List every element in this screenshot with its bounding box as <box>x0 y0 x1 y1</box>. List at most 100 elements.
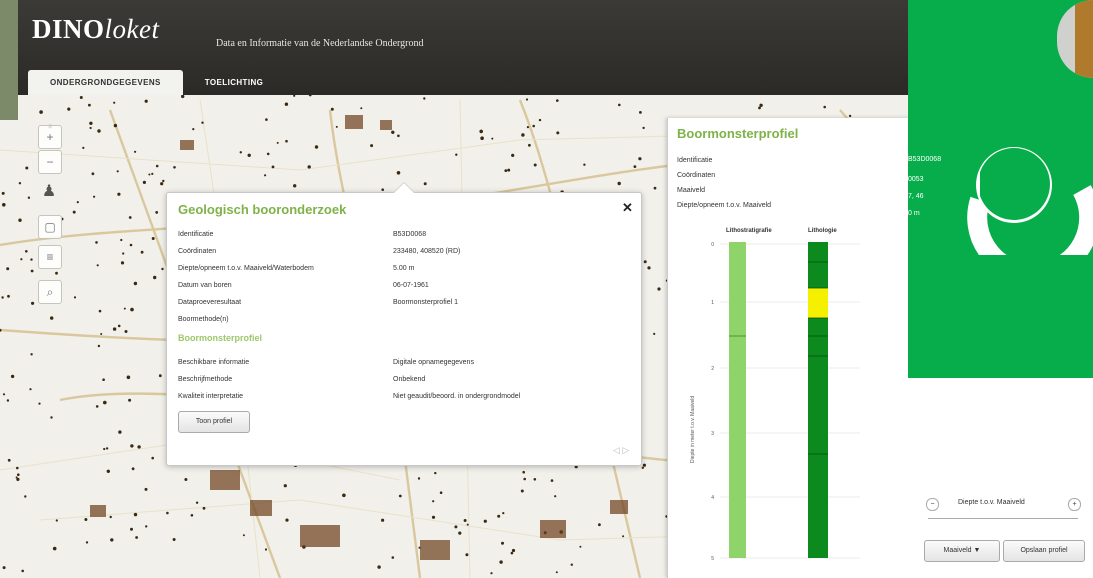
borehole-marker[interactable] <box>128 216 132 219</box>
borehole-marker[interactable] <box>67 107 71 111</box>
borehole-marker[interactable] <box>638 157 642 161</box>
decrease-button[interactable]: − <box>926 498 939 511</box>
borehole-marker[interactable] <box>158 374 162 378</box>
borehole-marker[interactable] <box>30 258 33 261</box>
borehole-marker[interactable] <box>17 473 20 477</box>
borehole-marker[interactable] <box>122 252 125 255</box>
borehole-marker[interactable] <box>112 327 117 331</box>
borehole-marker[interactable] <box>511 548 516 553</box>
borehole-marker[interactable] <box>617 181 621 186</box>
borehole-marker[interactable] <box>848 114 852 118</box>
borehole-marker[interactable] <box>25 166 29 170</box>
borehole-marker[interactable] <box>293 184 297 188</box>
borehole-marker[interactable] <box>21 569 25 573</box>
borehole-marker[interactable] <box>29 388 32 391</box>
borehole-marker[interactable] <box>538 118 542 122</box>
borehole-marker[interactable] <box>504 169 508 173</box>
borehole-marker[interactable] <box>93 195 96 198</box>
borehole-marker[interactable] <box>79 96 83 99</box>
borehole-marker[interactable] <box>7 458 11 462</box>
borehole-marker[interactable] <box>314 145 319 149</box>
borehole-marker[interactable] <box>85 541 89 544</box>
borehole-marker[interactable] <box>113 101 116 104</box>
borehole-marker[interactable] <box>276 141 279 144</box>
borehole-marker[interactable] <box>285 139 288 143</box>
borehole-marker[interactable] <box>120 238 123 242</box>
borehole-marker[interactable] <box>30 301 35 305</box>
row-value[interactable]: Boormonsterprofiel 1 <box>393 299 458 306</box>
borehole-marker[interactable] <box>330 107 334 111</box>
borehole-marker[interactable] <box>25 250 28 253</box>
borehole-marker[interactable] <box>30 269 34 273</box>
borehole-marker[interactable] <box>265 118 268 121</box>
borehole-marker[interactable] <box>124 330 128 333</box>
borehole-marker[interactable] <box>823 105 826 109</box>
borehole-marker[interactable] <box>151 237 155 240</box>
borehole-marker[interactable] <box>129 243 133 247</box>
borehole-marker[interactable] <box>293 94 296 97</box>
close-icon[interactable]: ✕ <box>622 200 633 216</box>
borehole-marker[interactable] <box>598 523 601 527</box>
tab-ondergrondgegevens[interactable]: ONDERGRONDGEGEVENS <box>28 70 183 95</box>
borehole-marker[interactable] <box>151 172 154 175</box>
borehole-marker[interactable] <box>106 469 111 473</box>
borehole-marker[interactable] <box>20 258 23 261</box>
borehole-marker[interactable] <box>173 166 176 169</box>
borehole-marker[interactable] <box>570 563 573 566</box>
borehole-marker[interactable] <box>759 103 763 108</box>
borehole-marker[interactable] <box>201 121 204 124</box>
borehole-marker[interactable] <box>455 153 458 156</box>
borehole-marker[interactable] <box>465 553 469 557</box>
borehole-marker[interactable] <box>172 538 176 541</box>
borehole-marker[interactable] <box>98 309 102 313</box>
borehole-marker[interactable] <box>758 106 761 110</box>
borehole-marker[interactable] <box>510 551 514 555</box>
borehole-marker[interactable] <box>72 210 76 214</box>
borehole-marker[interactable] <box>643 260 647 264</box>
borehole-marker[interactable] <box>137 445 141 449</box>
borehole-marker[interactable] <box>155 164 159 168</box>
borehole-marker[interactable] <box>27 196 31 199</box>
borehole-marker[interactable] <box>18 182 22 185</box>
borehole-marker[interactable] <box>84 518 88 521</box>
borehole-marker[interactable] <box>507 168 511 172</box>
borehole-marker[interactable] <box>82 146 85 149</box>
borehole-marker[interactable] <box>166 511 169 515</box>
borehole-marker[interactable] <box>532 124 535 128</box>
pan-icon[interactable]: ▢ <box>38 215 62 239</box>
borehole-marker[interactable] <box>184 478 188 481</box>
search-icon[interactable]: ⌕ <box>38 280 62 304</box>
borehole-marker[interactable] <box>555 571 558 574</box>
borehole-marker[interactable] <box>526 126 530 129</box>
borehole-marker[interactable] <box>483 519 487 523</box>
borehole-marker[interactable] <box>6 267 10 271</box>
depth-slider[interactable] <box>928 518 1078 519</box>
borehole-marker[interactable] <box>432 500 435 503</box>
borehole-marker[interactable] <box>335 125 338 128</box>
borehole-marker[interactable] <box>502 511 505 515</box>
pager-arrows[interactable]: ◁ ▷ <box>613 445 629 456</box>
borehole-marker[interactable] <box>140 250 144 254</box>
borehole-marker[interactable] <box>38 402 41 405</box>
borehole-marker[interactable] <box>95 241 98 244</box>
borehole-marker[interactable] <box>523 477 526 481</box>
borehole-marker[interactable] <box>97 129 101 133</box>
borehole-marker[interactable] <box>30 353 33 356</box>
borehole-marker[interactable] <box>16 477 20 481</box>
borehole-marker[interactable] <box>501 541 504 545</box>
borehole-marker[interactable] <box>454 525 458 529</box>
borehole-marker[interactable] <box>50 416 53 419</box>
borehole-marker[interactable] <box>431 515 436 519</box>
borehole-marker[interactable] <box>151 456 154 460</box>
borehole-marker[interactable] <box>647 266 651 270</box>
borehole-marker[interactable] <box>181 94 185 99</box>
borehole-marker[interactable] <box>533 163 537 167</box>
borehole-marker[interactable] <box>117 192 121 196</box>
borehole-marker[interactable] <box>499 560 503 564</box>
borehole-marker[interactable] <box>192 128 195 131</box>
borehole-marker[interactable] <box>466 523 469 526</box>
borehole-marker[interactable] <box>641 466 644 469</box>
borehole-marker[interactable] <box>657 287 661 291</box>
borehole-marker[interactable] <box>123 307 126 310</box>
borehole-marker[interactable] <box>266 152 270 156</box>
